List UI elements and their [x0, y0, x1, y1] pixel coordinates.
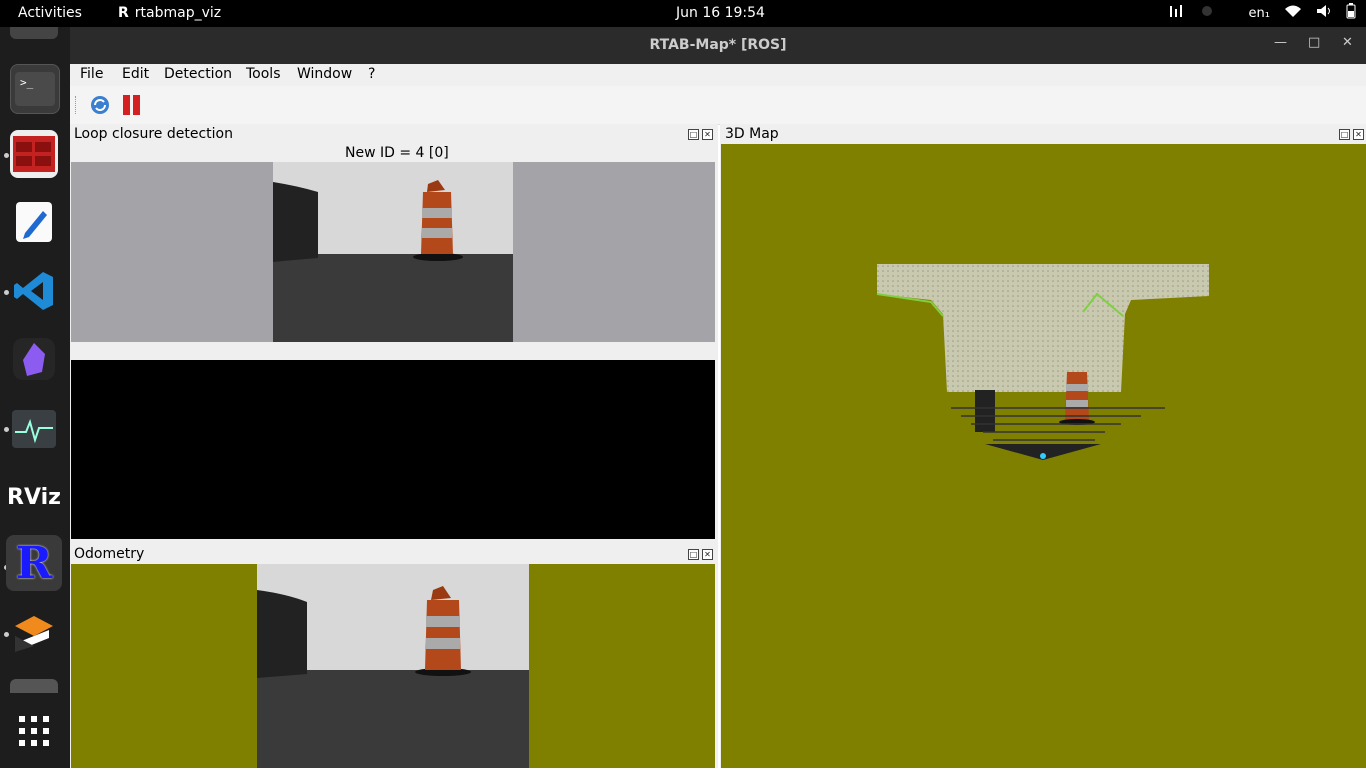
map3d-title: 3D Map — [725, 126, 779, 142]
map3d-view[interactable] — [721, 144, 1366, 768]
vscode-icon[interactable] — [10, 267, 58, 315]
obsidian-icon[interactable] — [10, 335, 58, 383]
dock-item-partial[interactable] — [10, 679, 58, 693]
running-indicator — [4, 632, 9, 637]
close-panel-button[interactable]: ✕ — [1353, 129, 1364, 140]
odometry-camera-image — [257, 564, 529, 768]
wifi-icon[interactable] — [1284, 4, 1302, 22]
toolbar-handle[interactable] — [75, 96, 78, 114]
rviz-icon[interactable]: RViz — [7, 473, 61, 521]
pause-icon[interactable] — [122, 94, 142, 120]
menu-edit[interactable]: Edit — [122, 66, 149, 82]
battery-icon[interactable] — [1346, 3, 1356, 23]
odometry-view[interactable] — [71, 564, 715, 768]
loop-image-view[interactable] — [71, 162, 715, 342]
refresh-icon[interactable] — [89, 94, 111, 120]
app-menu[interactable]: R rtabmap_viz — [118, 5, 221, 21]
window-titlebar[interactable]: RTAB-Map* [ROS] — □ ✕ — [70, 27, 1366, 64]
menu-detection[interactable]: Detection — [164, 66, 232, 82]
loop-closure-panel: Loop closure detection □ ✕ New ID = 4 [0… — [70, 124, 718, 544]
camera-image — [273, 162, 513, 342]
clock[interactable]: Jun 16 19:54 — [676, 5, 765, 21]
toolbar — [70, 86, 1366, 125]
float-button[interactable]: □ — [1339, 129, 1350, 140]
close-panel-button[interactable]: ✕ — [702, 129, 713, 140]
menu-help[interactable]: ? — [368, 66, 375, 82]
loop-match-view[interactable] — [71, 360, 715, 539]
activities-button[interactable]: Activities — [18, 5, 82, 21]
float-button[interactable]: □ — [688, 129, 699, 140]
float-button[interactable]: □ — [688, 549, 699, 560]
odometry-panel: Odometry □ ✕ — [70, 544, 718, 768]
close-panel-button[interactable]: ✕ — [702, 549, 713, 560]
keyboard-layout[interactable]: en₁ — [1249, 6, 1270, 21]
running-indicator — [4, 153, 9, 158]
show-apps-icon[interactable] — [10, 707, 58, 755]
app-store-icon[interactable] — [10, 609, 58, 657]
map3d-panel: 3D Map □ ✕ — [720, 124, 1366, 768]
point-cloud — [876, 264, 1209, 460]
minimize-button[interactable]: — — [1274, 35, 1287, 50]
menu-tools[interactable]: Tools — [246, 66, 281, 82]
loop-closure-title: Loop closure detection — [74, 126, 233, 142]
equalizer-icon[interactable] — [1169, 4, 1185, 22]
menu-window[interactable]: Window — [297, 66, 352, 82]
new-id-label: New ID = 4 [0] — [345, 145, 449, 161]
maximize-button[interactable]: □ — [1308, 35, 1320, 50]
system-tray[interactable]: en₁ — [1169, 3, 1356, 23]
running-indicator — [4, 290, 9, 295]
odometry-title: Odometry — [74, 546, 145, 562]
system-monitor-app-icon[interactable] — [10, 130, 58, 178]
dock: >_ RViz R — [0, 27, 70, 768]
rtabmap-app-icon: R — [118, 5, 129, 21]
dock-item-hidden[interactable] — [10, 27, 58, 39]
close-button[interactable]: ✕ — [1342, 35, 1353, 50]
menu-bar: File Edit Detection Tools Window ? — [70, 64, 1366, 86]
running-indicator — [4, 427, 9, 432]
top-bar: Activities R rtabmap_viz Jun 16 19:54 en… — [0, 0, 1366, 27]
rtabmap-icon[interactable]: R — [6, 535, 62, 591]
privacy-icon[interactable] — [1199, 4, 1215, 22]
volume-icon[interactable] — [1316, 4, 1332, 22]
system-monitor-icon[interactable] — [10, 405, 58, 453]
app-name: rtabmap_viz — [134, 5, 222, 21]
svg-text:>_: >_ — [20, 76, 34, 89]
text-editor-icon[interactable] — [10, 198, 58, 246]
window-title: RTAB-Map* [ROS] — [649, 37, 787, 53]
terminal-icon[interactable]: >_ — [10, 64, 60, 114]
menu-file[interactable]: File — [80, 66, 103, 82]
